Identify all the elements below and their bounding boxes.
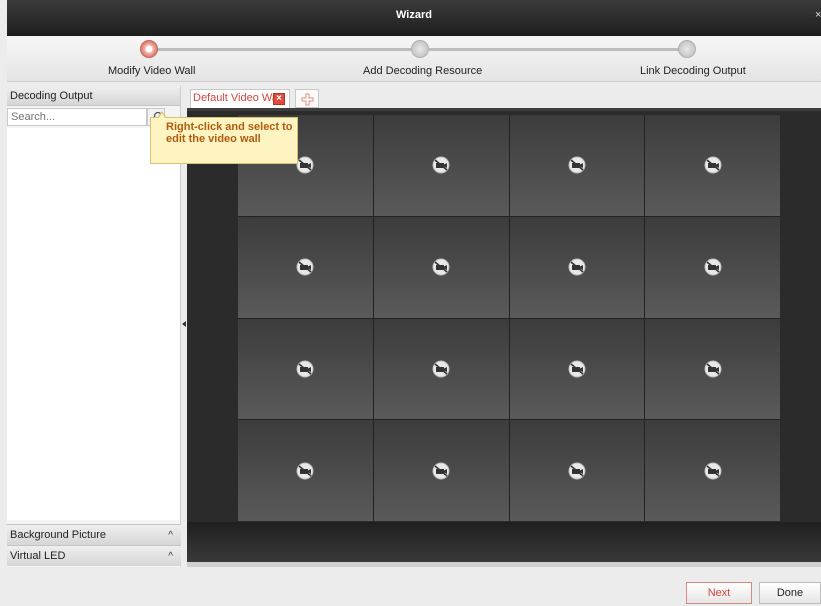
- no-video-icon: [432, 360, 450, 378]
- video-wall-cell[interactable]: [373, 420, 509, 521]
- video-wall-cell[interactable]: [509, 318, 645, 420]
- video-wall-cell[interactable]: [645, 420, 780, 521]
- tab-label: Default Video Wall: [193, 92, 283, 104]
- no-video-icon: [432, 462, 450, 480]
- step-label-link-decoding-output: Link Decoding Output: [640, 65, 746, 77]
- tooltip-line-2: edit the video wall: [166, 133, 261, 145]
- video-wall-cell[interactable]: [645, 318, 780, 420]
- no-video-icon: [568, 258, 586, 276]
- chevron-up-icon: ^: [168, 530, 173, 541]
- step-connector: [155, 48, 420, 51]
- plus-icon: [301, 93, 314, 106]
- background-picture-label: Background Picture: [10, 529, 106, 541]
- collapse-arrow-icon[interactable]: [182, 321, 186, 327]
- step-label-add-decoding-resource: Add Decoding Resource: [363, 65, 483, 77]
- video-wall-cell[interactable]: [238, 420, 373, 521]
- no-video-icon: [432, 156, 450, 174]
- wall-bottom-bar: [187, 522, 821, 562]
- no-video-icon: [704, 156, 722, 174]
- next-button[interactable]: Next: [686, 582, 752, 604]
- video-wall-cell[interactable]: [509, 115, 645, 216]
- video-wall-tabs: Default Video Wall ×: [187, 86, 821, 108]
- add-video-wall-button[interactable]: [295, 89, 319, 108]
- close-icon[interactable]: ×: [815, 9, 821, 21]
- no-video-icon: [704, 258, 722, 276]
- chevron-up-icon: ^: [168, 551, 173, 562]
- no-video-icon: [296, 360, 314, 378]
- no-video-icon: [296, 258, 314, 276]
- edit-hint-tooltip: Right-click and select to edit the video…: [150, 111, 298, 164]
- video-wall-cell[interactable]: [238, 318, 373, 420]
- video-wall-cell[interactable]: [373, 115, 509, 216]
- step-connector: [429, 48, 685, 51]
- close-tab-icon[interactable]: ×: [273, 93, 285, 105]
- virtual-led-section[interactable]: Virtual LED ^: [7, 545, 181, 566]
- step-indicator-link-decoding-output: [678, 40, 696, 58]
- no-video-icon: [568, 360, 586, 378]
- no-video-icon: [568, 156, 586, 174]
- wall-scroll-strip: [187, 562, 821, 567]
- no-video-icon: [296, 156, 314, 174]
- decoding-output-list[interactable]: [7, 128, 180, 520]
- no-video-icon: [568, 462, 586, 480]
- background-picture-section[interactable]: Background Picture ^: [7, 524, 181, 545]
- step-label-modify-video-wall: Modify Video Wall: [108, 65, 196, 77]
- video-wall-cell[interactable]: [509, 420, 645, 521]
- video-wall-cell[interactable]: [645, 115, 780, 216]
- video-wall-canvas[interactable]: [187, 108, 821, 522]
- no-video-icon: [704, 360, 722, 378]
- video-wall-cell[interactable]: [373, 318, 509, 420]
- virtual-led-label: Virtual LED: [10, 550, 66, 562]
- video-wall-cell[interactable]: [373, 216, 509, 318]
- tooltip-line-1: Right-click and select to: [166, 121, 293, 133]
- title-bar: Wizard ×: [7, 0, 821, 36]
- video-wall-cell[interactable]: [645, 216, 780, 318]
- video-wall-cell[interactable]: [509, 216, 645, 318]
- decoding-output-header: Decoding Output: [7, 86, 180, 106]
- video-wall-cell[interactable]: [238, 216, 373, 318]
- done-button[interactable]: Done: [759, 582, 821, 604]
- no-video-icon: [432, 258, 450, 276]
- step-indicator-add-decoding-resource: [411, 40, 429, 58]
- tab-default-video-wall[interactable]: Default Video Wall ×: [190, 89, 290, 108]
- no-video-icon: [296, 462, 314, 480]
- search-row: [7, 108, 167, 126]
- step-indicator-modify-video-wall: [140, 40, 158, 58]
- window-title: Wizard: [396, 9, 432, 21]
- search-input[interactable]: [7, 108, 147, 126]
- video-wall-grid: [238, 115, 780, 521]
- wizard-step-bar: Modify Video Wall Add Decoding Resource …: [7, 36, 821, 82]
- no-video-icon: [704, 462, 722, 480]
